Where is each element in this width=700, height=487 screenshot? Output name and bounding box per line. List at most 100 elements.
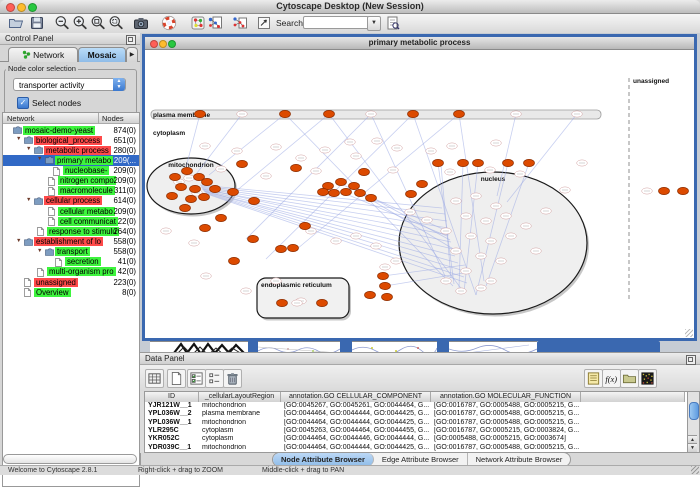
network-node-selected[interactable] <box>678 187 689 194</box>
node-color-dropdown[interactable]: transporter activity ▲▼ <box>13 78 126 91</box>
network-node-selected[interactable] <box>280 110 291 117</box>
tree-row-cellular-process[interactable]: ▼cellular process614(0) <box>3 196 139 206</box>
network-node-selected[interactable] <box>202 178 213 185</box>
network-node-selected[interactable] <box>317 299 328 306</box>
network-node-selected[interactable] <box>216 214 227 221</box>
frame-resize-grip[interactable] <box>685 329 693 337</box>
network-node-selected[interactable] <box>288 244 299 251</box>
tree-row-transport[interactable]: ▼transport558(0) <box>3 247 139 257</box>
network-node-selected[interactable] <box>249 197 260 204</box>
network-node-selected[interactable] <box>382 293 393 300</box>
scrollbar-thumb[interactable] <box>689 402 699 420</box>
expand-arrow-icon[interactable]: ▼ <box>26 197 31 203</box>
annotation-icon[interactable] <box>256 15 272 31</box>
network-node-selected[interactable] <box>417 180 428 187</box>
data-panel-float-icon[interactable] <box>686 355 696 365</box>
select-attributes-icon[interactable] <box>187 369 206 388</box>
network-node-selected[interactable] <box>378 272 389 279</box>
network-overview-icon[interactable] <box>190 15 206 31</box>
table-row[interactable]: YPL036W__1mitochondrion[GO:0044464, GO:0… <box>145 419 687 427</box>
column-header-filler[interactable] <box>581 392 685 402</box>
network-node-selected[interactable] <box>380 282 391 289</box>
tree-row-overview[interactable]: Overview8(0) <box>3 287 139 297</box>
network-canvas[interactable]: plasma membranecytoplasmmitochondrionnuc… <box>145 50 694 338</box>
network-merge-icon[interactable] <box>232 15 248 31</box>
network-node-selected[interactable] <box>503 159 514 166</box>
network-node-selected[interactable] <box>200 224 211 231</box>
tree-row-nitrogen-compo[interactable]: nitrogen compo209(0) <box>3 176 139 186</box>
network-node-selected[interactable] <box>349 182 360 189</box>
delete-attribute-icon[interactable] <box>223 369 242 388</box>
advanced-search-icon[interactable] <box>385 15 401 31</box>
select-all-attributes-icon[interactable] <box>145 369 164 388</box>
float-panel-icon[interactable] <box>126 35 136 45</box>
network-node-selected[interactable] <box>454 110 465 117</box>
network-node-selected[interactable] <box>355 189 366 196</box>
tree-row-mosaic-demo-yeast[interactable]: mosaic-demo-yeast874(0) <box>3 125 139 135</box>
zoom-selected-icon[interactable] <box>108 15 124 31</box>
zoom-fit-icon[interactable] <box>90 15 106 31</box>
network-node-selected[interactable] <box>659 187 670 194</box>
window-resize-grip[interactable] <box>691 466 699 474</box>
select-nodes-checkbox[interactable]: ✓ <box>17 97 29 109</box>
tree-row-multi-organism-pro[interactable]: multi-organism pro42(0) <box>3 267 139 277</box>
table-scrollbar[interactable]: ▲ ▼ <box>687 391 700 453</box>
function-builder-icon[interactable]: f(x) <box>602 369 621 388</box>
tab-mosaic[interactable]: Mosaic <box>78 47 126 62</box>
network-node-selected[interactable] <box>408 110 419 117</box>
scroll-down-icon[interactable]: ▼ <box>688 443 697 452</box>
open-session-icon[interactable] <box>8 15 24 31</box>
zoom-in-icon[interactable] <box>72 15 88 31</box>
tree-row-establishment-of-lo[interactable]: ▼establishment of lo558(0) <box>3 237 139 247</box>
network-node-selected[interactable] <box>186 195 197 202</box>
tree-row-secretion[interactable]: secretion41(0) <box>3 257 139 267</box>
table-row[interactable]: YLR295Ccytoplasm[GO:0045263, GO:0044464,… <box>145 427 687 435</box>
table-row[interactable]: YPL036W__2plasma membrane[GO:0044464, GO… <box>145 410 687 418</box>
network-node-selected[interactable] <box>199 193 210 200</box>
table-row[interactable]: YKR052Ccytoplasm[GO:0044464, GO:0044446,… <box>145 435 687 443</box>
network-node-selected[interactable] <box>176 183 187 190</box>
network-node-selected[interactable] <box>366 194 377 201</box>
network-node-selected[interactable] <box>341 188 352 195</box>
network-node-selected[interactable] <box>190 185 201 192</box>
search-input[interactable] <box>303 16 369 29</box>
tree-row-biological-process[interactable]: ▼biological_process651(0) <box>3 135 139 145</box>
attribute-matrix-icon[interactable] <box>638 369 657 388</box>
network-node-selected[interactable] <box>458 159 469 166</box>
tree-row-nucleobase-[interactable]: nucleobase-209(0) <box>3 166 139 176</box>
expand-arrow-icon[interactable]: ▼ <box>37 248 42 254</box>
network-node-selected[interactable] <box>182 167 193 174</box>
tree-row-metabolic-process[interactable]: ▼metabolic process280(0) <box>3 145 139 155</box>
network-node-selected[interactable] <box>237 160 248 167</box>
save-session-icon[interactable] <box>29 15 45 31</box>
network-node-selected[interactable] <box>318 188 329 195</box>
expand-arrow-icon[interactable]: ▼ <box>16 238 21 244</box>
network-node-selected[interactable] <box>228 188 239 195</box>
network-view-frame[interactable]: primary metabolic process plasma membran… <box>142 34 697 341</box>
network-node-selected[interactable] <box>336 178 347 185</box>
column-header-3[interactable]: annotation.GO MOLECULAR_FUNCTION <box>431 392 581 402</box>
tree-row-response-to-stimulu[interactable]: response to stimulu264(0) <box>3 226 139 236</box>
network-node-selected[interactable] <box>324 110 335 117</box>
create-attribute-icon[interactable] <box>167 369 186 388</box>
network-view-titlebar[interactable]: primary metabolic process <box>145 37 694 50</box>
snapshot-icon[interactable] <box>133 15 149 31</box>
tab-network[interactable]: Network <box>8 47 78 62</box>
tree-row-cell-communicat[interactable]: cell communicat22(0) <box>3 216 139 226</box>
tree-row-unassigned[interactable]: unassigned223(0) <box>3 277 139 287</box>
column-header-2[interactable]: annotation.GO CELLULAR_COMPONENT <box>281 392 431 402</box>
network-node-selected[interactable] <box>300 222 311 229</box>
tab-scroll-right-icon[interactable]: ▶ <box>126 47 138 62</box>
import-attributes-icon[interactable] <box>620 369 639 388</box>
network-node-selected[interactable] <box>229 257 240 264</box>
expand-arrow-icon[interactable]: ▼ <box>26 146 31 152</box>
new-network-icon[interactable] <box>207 15 223 31</box>
attribute-layout-icon[interactable] <box>205 369 224 388</box>
table-row[interactable]: YJR121W__1mitochondrion[GO:0045267, GO:0… <box>145 402 687 410</box>
tree-row-cellular-metabo[interactable]: cellular metabo209(0) <box>3 206 139 216</box>
tree-row-macromolecule[interactable]: macromolecule311(0) <box>3 186 139 196</box>
network-node-selected[interactable] <box>180 204 191 211</box>
search-dropdown-icon[interactable]: ▼ <box>367 16 381 31</box>
network-graph[interactable]: plasma membranecytoplasmmitochondrionnuc… <box>145 50 694 338</box>
network-node-selected[interactable] <box>170 173 181 180</box>
